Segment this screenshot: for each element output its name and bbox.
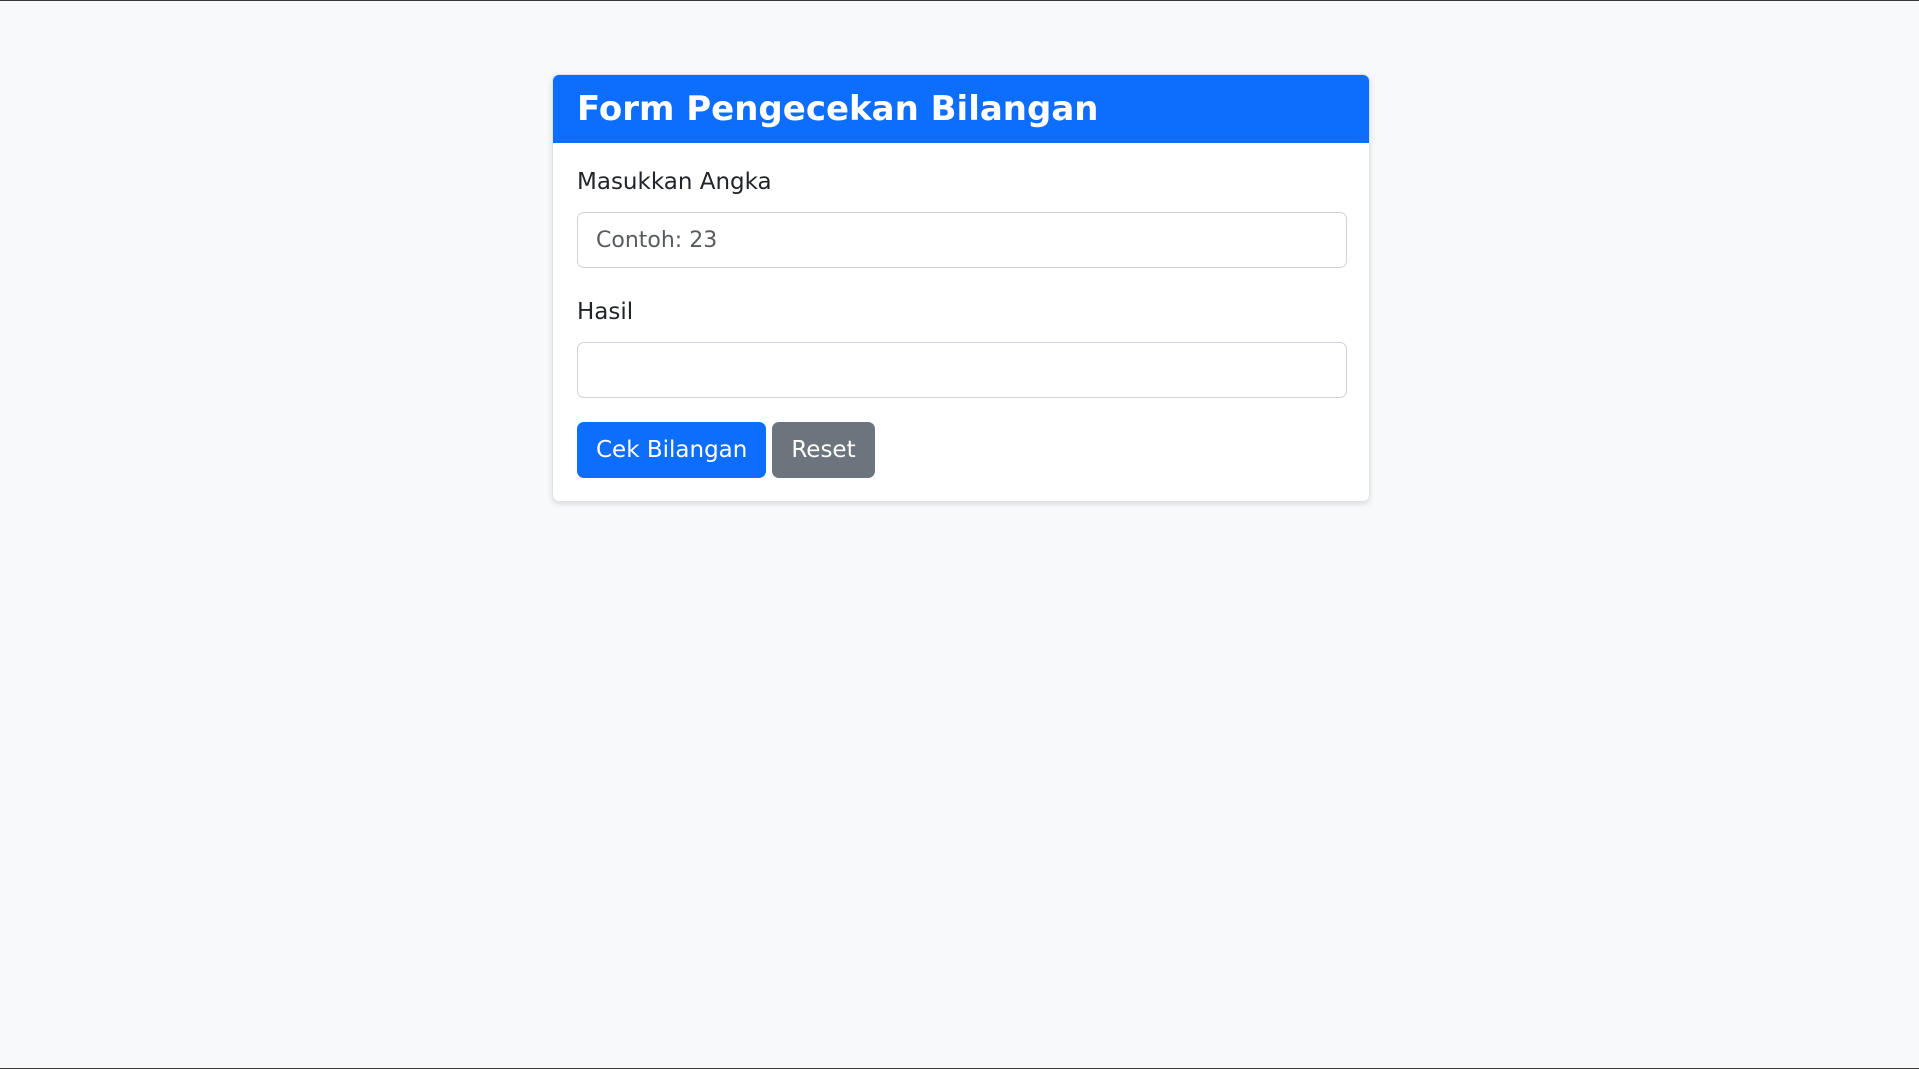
form-actions: Cek Bilangan Reset <box>577 422 1345 478</box>
number-input[interactable] <box>577 212 1347 268</box>
result-label: Hasil <box>577 299 634 325</box>
number-check-card: Form Pengecekan Bilangan Masukkan Angka … <box>552 74 1370 502</box>
card-body: Masukkan Angka Hasil Cek Bilangan Reset <box>553 143 1369 501</box>
result-field[interactable] <box>577 342 1347 398</box>
number-input-label: Masukkan Angka <box>577 169 772 195</box>
form-title: Form Pengecekan Bilangan <box>577 89 1099 129</box>
card-header: Form Pengecekan Bilangan <box>553 75 1369 143</box>
check-number-button[interactable]: Cek Bilangan <box>577 422 767 478</box>
reset-button[interactable]: Reset <box>772 422 875 478</box>
